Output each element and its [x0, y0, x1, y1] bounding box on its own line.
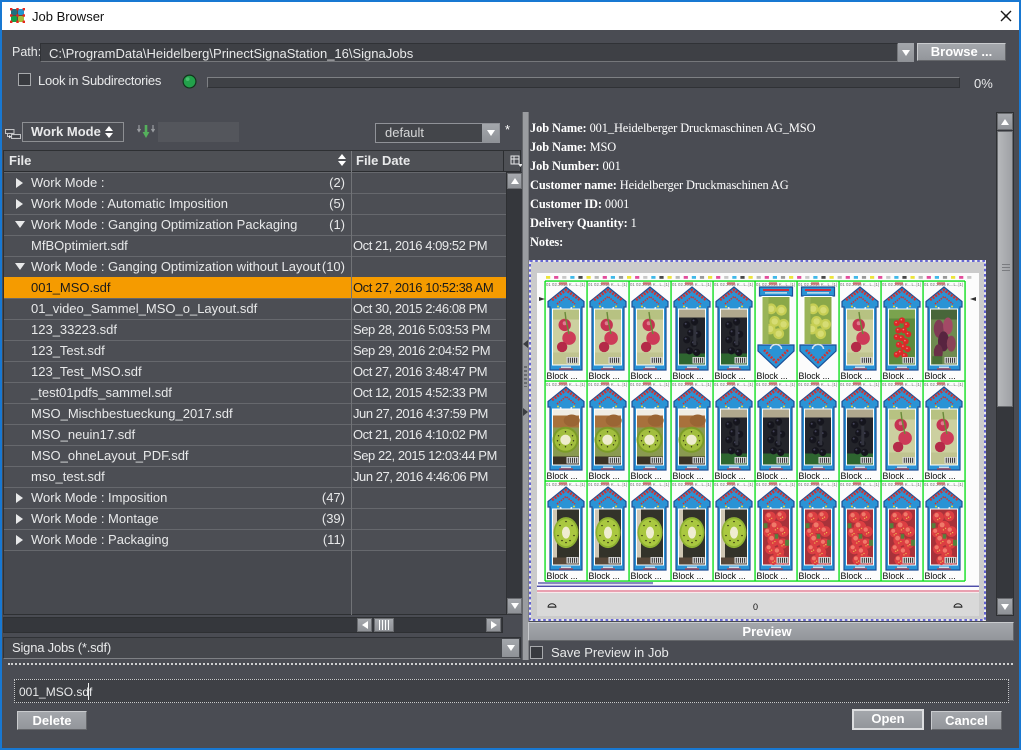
svg-text:Block ...: Block ... — [757, 371, 788, 381]
svg-text:Block ...: Block ... — [925, 571, 956, 581]
svg-text:Block ...: Block ... — [547, 471, 578, 481]
svg-text:Block ...: Block ... — [715, 571, 746, 581]
svg-text:Block ...: Block ... — [673, 371, 704, 381]
svg-text:Block ...: Block ... — [883, 471, 914, 481]
svg-text:Block ...: Block ... — [673, 471, 704, 481]
svg-text:Block ...: Block ... — [631, 571, 662, 581]
svg-text:Block ...: Block ... — [631, 471, 662, 481]
svg-text:Block ...: Block ... — [841, 371, 872, 381]
svg-text:Block ...: Block ... — [925, 471, 956, 481]
svg-text:Block ...: Block ... — [547, 371, 578, 381]
svg-text:Block ...: Block ... — [589, 371, 620, 381]
svg-text:0: 0 — [753, 602, 758, 612]
svg-text:Block ...: Block ... — [757, 471, 788, 481]
svg-text:Block ...: Block ... — [883, 571, 914, 581]
svg-text:Block ...: Block ... — [841, 571, 872, 581]
svg-text:Block ...: Block ... — [799, 371, 830, 381]
svg-text:Block ...: Block ... — [673, 571, 704, 581]
svg-text:Block ...: Block ... — [925, 371, 956, 381]
svg-text:Block ...: Block ... — [589, 571, 620, 581]
svg-text:Block ...: Block ... — [757, 571, 788, 581]
svg-text:Block ...: Block ... — [631, 371, 662, 381]
svg-text:Block ...: Block ... — [589, 471, 620, 481]
svg-text:Block ...: Block ... — [715, 471, 746, 481]
svg-text:Block ...: Block ... — [799, 471, 830, 481]
svg-text:Block ...: Block ... — [715, 371, 746, 381]
svg-text:Block ...: Block ... — [841, 471, 872, 481]
svg-text:Block ...: Block ... — [883, 371, 914, 381]
svg-text:Block ...: Block ... — [547, 571, 578, 581]
svg-text:Block ...: Block ... — [799, 571, 830, 581]
